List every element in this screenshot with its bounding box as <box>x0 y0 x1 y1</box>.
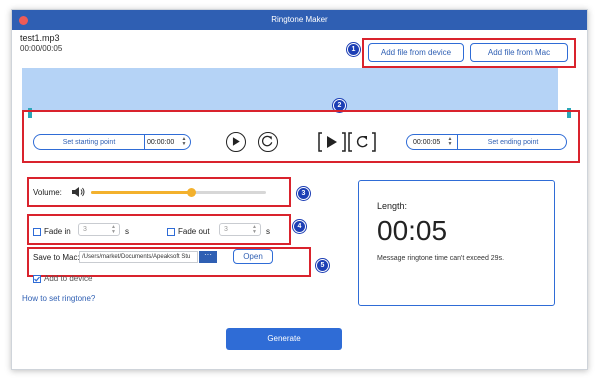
file-time: 00:00/00:05 <box>20 44 63 53</box>
add-to-device-checkbox[interactable] <box>33 275 41 283</box>
replay-button[interactable] <box>258 132 278 152</box>
play-button[interactable] <box>226 132 246 152</box>
fade-out-label: Fade out <box>178 227 210 236</box>
annotation-marker-5: 5 <box>316 259 329 272</box>
volume-slider-fill <box>91 191 191 194</box>
fade-in-label: Fade in <box>44 227 71 236</box>
length-label: Length: <box>377 201 408 211</box>
play-selection-icon[interactable] <box>317 131 347 153</box>
window-title: Ringtone Maker <box>271 15 328 24</box>
length-value: 00:05 <box>377 215 448 246</box>
fade-out-unit: s <box>266 227 270 236</box>
fade-in-stepper[interactable]: ▲ ▼ <box>111 225 116 235</box>
end-time-input[interactable]: 00:00:05 <box>413 135 440 149</box>
length-panel: Length: 00:05 Message ringtone time can'… <box>358 180 555 306</box>
set-starting-point-button[interactable]: Set starting point <box>34 135 145 149</box>
fade-out-stepper[interactable]: ▲ ▼ <box>252 225 257 235</box>
replay-icon <box>262 135 273 147</box>
add-file-from-mac-button[interactable]: Add file from Mac <box>470 43 568 62</box>
start-time-input[interactable]: 00:00:00 <box>147 135 174 149</box>
browse-folder-button[interactable]: ··· <box>199 251 217 263</box>
end-time-stepper[interactable]: ▲ ▼ <box>447 137 453 147</box>
fade-in-value: 3 <box>83 226 87 233</box>
annotation-marker-3: 3 <box>297 187 310 200</box>
volume-slider[interactable] <box>91 188 266 197</box>
generate-button[interactable]: Generate <box>226 328 342 350</box>
fade-out-value: 3 <box>224 226 228 233</box>
speaker-icon[interactable] <box>71 186 85 198</box>
annotation-marker-1: 1 <box>347 43 360 56</box>
length-note: Message ringtone time can't exceed 29s. <box>377 255 505 262</box>
fade-out-input[interactable]: 3 ▲ ▼ <box>219 223 261 236</box>
set-ending-point-button[interactable]: Set ending point <box>457 135 568 149</box>
play-icon <box>232 137 240 146</box>
set-ending-point-control: 00:00:05 ▲ ▼ Set ending point <box>406 134 567 150</box>
how-to-set-ringtone-link[interactable]: How to set ringtone? <box>22 294 95 303</box>
save-path-field[interactable]: /Users/market/Documents/Apeaksoft Stu <box>79 251 198 263</box>
waveform-area[interactable] <box>22 68 558 110</box>
checkmark-icon <box>34 276 40 282</box>
add-file-from-device-button[interactable]: Add file from device <box>368 43 464 62</box>
volume-label: Volume: <box>33 188 62 197</box>
fade-in-checkbox[interactable] <box>33 228 41 236</box>
add-to-device-label: Add to device <box>44 274 93 283</box>
set-starting-point-control: Set starting point 00:00:00 ▲ ▼ <box>33 134 191 150</box>
volume-slider-knob[interactable] <box>186 188 196 197</box>
fade-out-checkbox[interactable] <box>167 228 175 236</box>
title-bar: Ringtone Maker <box>12 10 587 30</box>
fade-in-unit: s <box>125 227 129 236</box>
open-folder-button[interactable]: Open <box>233 249 273 264</box>
loop-selection-icon[interactable] <box>347 131 377 153</box>
file-name: test1.mp3 <box>20 33 60 43</box>
annotation-marker-4: 4 <box>293 220 306 233</box>
save-to-label: Save to Mac: <box>33 253 80 262</box>
fade-in-input[interactable]: 3 ▲ ▼ <box>78 223 120 236</box>
start-time-stepper[interactable]: ▲ ▼ <box>181 137 187 147</box>
